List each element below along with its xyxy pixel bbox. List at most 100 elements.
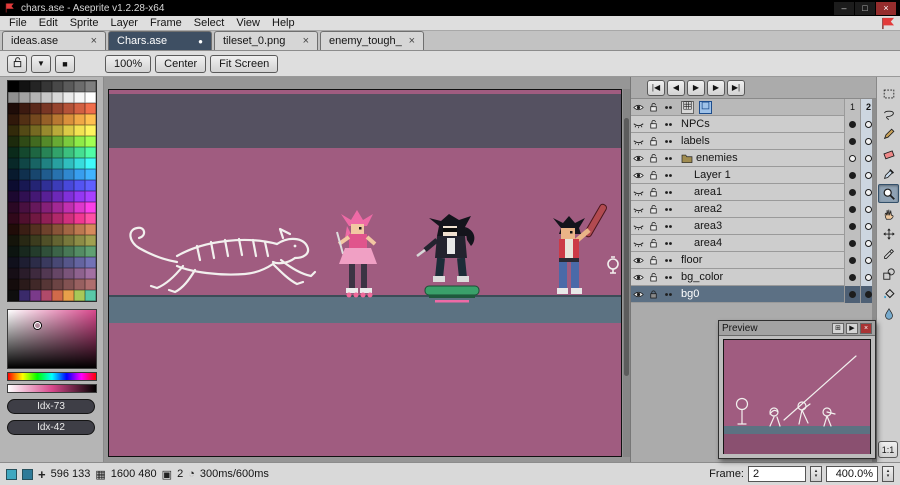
palette-swatch[interactable] xyxy=(30,224,41,235)
menu-sprite[interactable]: Sprite xyxy=(64,17,105,29)
zoom-spinner[interactable]: ▴ ▾ xyxy=(882,466,894,482)
palette-swatch[interactable] xyxy=(52,180,63,191)
palette-swatch[interactable] xyxy=(30,180,41,191)
palette-swatch[interactable] xyxy=(85,257,96,268)
cel-frame-1[interactable] xyxy=(844,166,860,184)
zoom-input[interactable]: 400.0% xyxy=(826,466,878,482)
lock-open-icon[interactable] xyxy=(646,117,661,132)
continuous-dots-icon[interactable] xyxy=(661,151,676,166)
palette-swatch[interactable] xyxy=(63,257,74,268)
palette-swatch[interactable] xyxy=(8,136,19,147)
all-layers-lock-icon[interactable] xyxy=(646,100,661,115)
preview-one-to-one-button[interactable]: 1:1 xyxy=(878,441,898,458)
palette-swatch[interactable] xyxy=(85,136,96,147)
lock-open-icon[interactable] xyxy=(646,168,661,183)
palette-swatch[interactable] xyxy=(30,158,41,169)
eye-closed-icon[interactable] xyxy=(631,202,646,217)
lock-open-icon[interactable] xyxy=(646,151,661,166)
palette-swatch[interactable] xyxy=(19,158,30,169)
cel-frame-1[interactable] xyxy=(844,268,860,286)
palette-swatch[interactable] xyxy=(74,114,85,125)
palette-swatch[interactable] xyxy=(41,290,52,301)
menu-select[interactable]: Select xyxy=(188,17,231,29)
center-button[interactable]: Center xyxy=(155,54,207,73)
palette-swatch[interactable] xyxy=(41,191,52,202)
eye-closed-icon[interactable] xyxy=(631,185,646,200)
palette-swatch[interactable] xyxy=(63,213,74,224)
palette-swatch[interactable] xyxy=(52,279,63,290)
lock-open-icon[interactable] xyxy=(646,253,661,268)
frame-1-header[interactable]: 1 xyxy=(844,98,860,116)
palette-swatch[interactable] xyxy=(63,147,74,158)
palette-swatch[interactable] xyxy=(8,103,19,114)
palette-swatch[interactable] xyxy=(41,180,52,191)
eye-closed-icon[interactable] xyxy=(631,236,646,251)
palette-swatch[interactable] xyxy=(52,191,63,202)
palette-swatch[interactable] xyxy=(8,268,19,279)
continuous-dots-icon[interactable] xyxy=(661,270,676,285)
palette-swatch[interactable] xyxy=(41,147,52,158)
menu-layer[interactable]: Layer xyxy=(104,17,144,29)
palette-swatch[interactable] xyxy=(63,125,74,136)
palette-swatch[interactable] xyxy=(8,246,19,257)
paint-bucket-tool[interactable] xyxy=(878,284,899,303)
continuous-dots-icon[interactable] xyxy=(661,287,676,302)
edit-palette-lock-button[interactable] xyxy=(7,54,27,73)
cel-frame-1[interactable] xyxy=(844,285,860,303)
palette-swatch[interactable] xyxy=(8,125,19,136)
palette-swatch[interactable] xyxy=(19,235,30,246)
eye-open-icon[interactable] xyxy=(631,253,646,268)
palette-swatch[interactable] xyxy=(85,279,96,290)
palette-swatch[interactable] xyxy=(85,169,96,180)
palette-swatch[interactable] xyxy=(19,257,30,268)
palette-swatch[interactable] xyxy=(85,92,96,103)
menu-file[interactable]: File xyxy=(3,17,33,29)
palette-swatch[interactable] xyxy=(30,136,41,147)
eye-closed-icon[interactable] xyxy=(631,117,646,132)
previous-frame-button[interactable]: ◀ xyxy=(667,79,685,96)
tab-tileset[interactable]: tileset_0.png × xyxy=(214,31,318,50)
palette-swatch[interactable] xyxy=(8,191,19,202)
palette-swatch[interactable] xyxy=(52,257,63,268)
palette-swatch[interactable] xyxy=(74,235,85,246)
cel-frame-1[interactable] xyxy=(844,234,860,252)
palette-swatch[interactable] xyxy=(41,213,52,224)
fit-screen-button[interactable]: Fit Screen xyxy=(210,54,279,73)
palette-swatch[interactable] xyxy=(74,158,85,169)
lock-open-icon[interactable] xyxy=(646,270,661,285)
palette-swatch[interactable] xyxy=(63,290,74,301)
palette-swatch[interactable] xyxy=(19,246,30,257)
palette-swatch[interactable] xyxy=(30,213,41,224)
layer-row[interactable]: NPCs xyxy=(631,115,876,133)
preview-play-icon[interactable]: ▶ xyxy=(846,322,858,334)
palette-swatch[interactable] xyxy=(30,81,41,92)
layer-row[interactable]: labels xyxy=(631,132,876,150)
palette-swatch[interactable] xyxy=(30,202,41,213)
menu-help[interactable]: Help xyxy=(266,17,301,29)
cel-frame-1[interactable] xyxy=(844,200,860,218)
layer-row[interactable]: area1 xyxy=(631,183,876,201)
palette-swatch[interactable] xyxy=(85,290,96,301)
layer-row[interactable]: Layer 1 xyxy=(631,166,876,184)
palette-swatch[interactable] xyxy=(85,158,96,169)
palette-swatch[interactable] xyxy=(85,180,96,191)
layer-row[interactable]: bg0 xyxy=(631,285,876,303)
palette-swatch[interactable] xyxy=(30,246,41,257)
palette-swatch[interactable] xyxy=(41,246,52,257)
menu-edit[interactable]: Edit xyxy=(33,17,64,29)
lock-closed-icon[interactable] xyxy=(646,287,661,302)
palette-swatch[interactable] xyxy=(19,191,30,202)
palette-swatch[interactable] xyxy=(30,290,41,301)
palette-swatch[interactable] xyxy=(63,268,74,279)
palette-swatch[interactable] xyxy=(30,191,41,202)
palette-swatch[interactable] xyxy=(30,92,41,103)
palette-swatch[interactable] xyxy=(30,169,41,180)
palette-swatch[interactable] xyxy=(63,92,74,103)
close-button[interactable]: × xyxy=(876,1,896,15)
palette-swatch[interactable] xyxy=(74,246,85,257)
palette-swatch[interactable] xyxy=(41,103,52,114)
palette-swatch[interactable] xyxy=(8,235,19,246)
palette-swatch[interactable] xyxy=(8,213,19,224)
palette-swatch[interactable] xyxy=(41,224,52,235)
palette-swatch[interactable] xyxy=(85,202,96,213)
